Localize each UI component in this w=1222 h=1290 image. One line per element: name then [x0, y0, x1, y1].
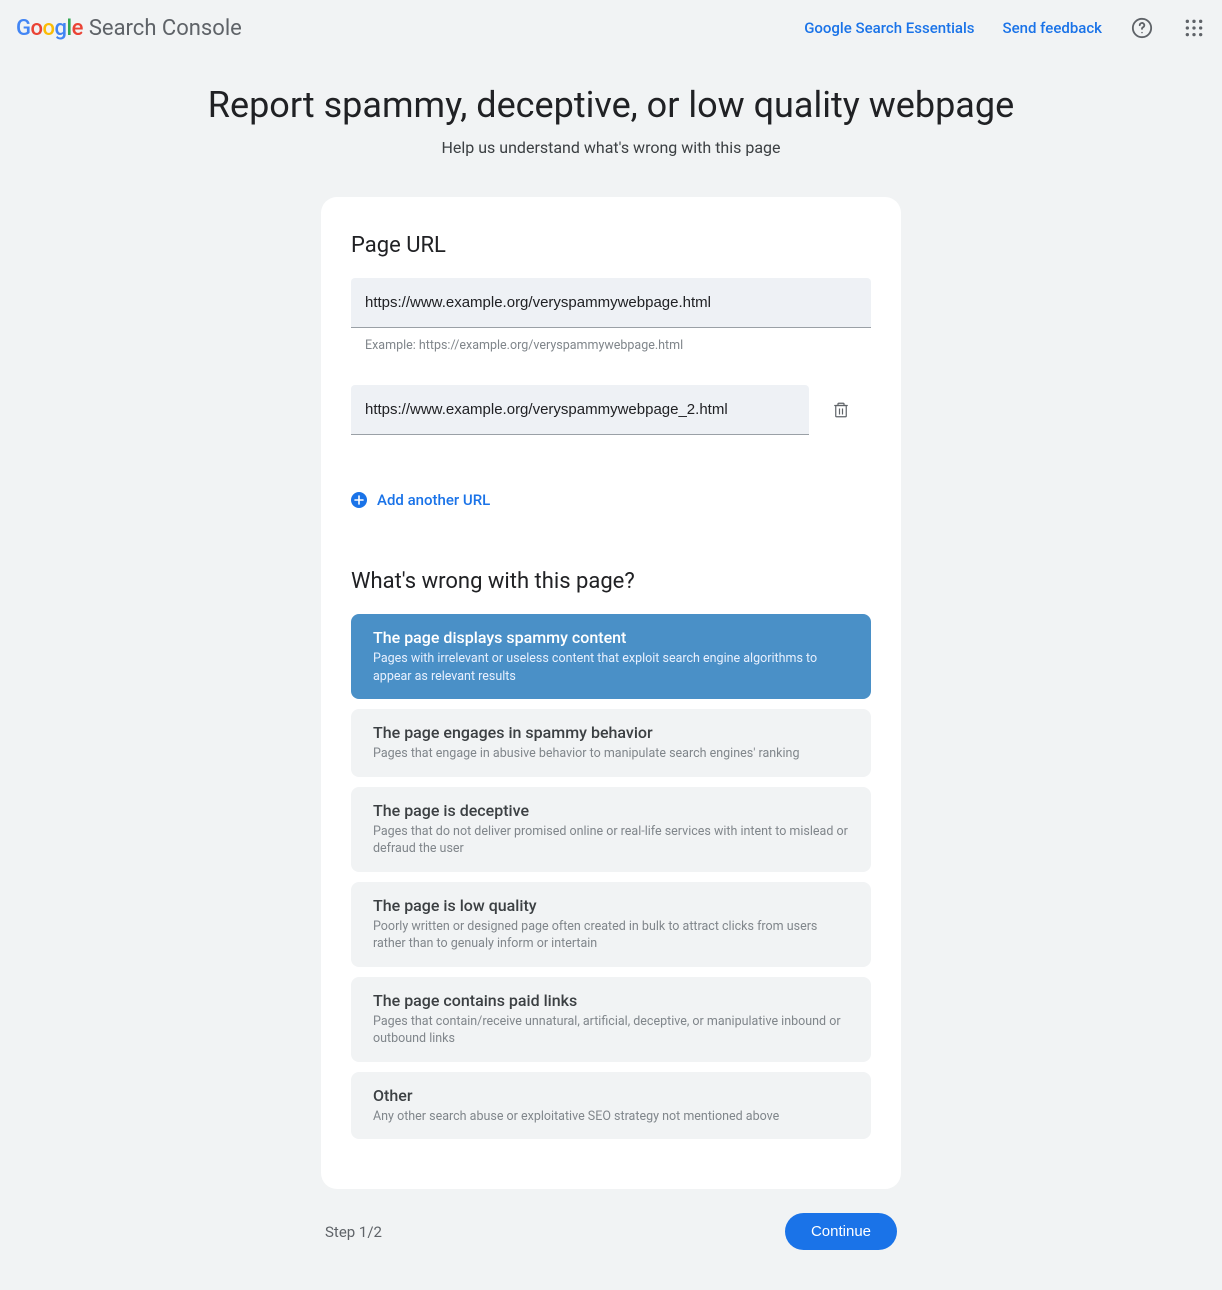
- url-section-title: Page URL: [351, 233, 871, 258]
- reason-option-desc: Pages that contain/receive unnatural, ar…: [373, 1013, 849, 1048]
- url-input-1[interactable]: [351, 278, 871, 328]
- reason-option-desc: Any other search abuse or exploitative S…: [373, 1108, 849, 1126]
- reason-option-title: The page is low quality: [373, 896, 849, 915]
- reason-option-2[interactable]: The page is deceptive Pages that do not d…: [351, 787, 871, 872]
- apps-grid-icon[interactable]: [1182, 16, 1206, 40]
- help-icon[interactable]: [1130, 16, 1154, 40]
- add-url-button[interactable]: Add another URL: [351, 491, 871, 509]
- product-name: Search Console: [89, 16, 242, 41]
- link-search-essentials[interactable]: Google Search Essentials: [804, 19, 974, 37]
- reason-option-title: The page contains paid links: [373, 991, 849, 1010]
- url-row-2: [351, 385, 871, 435]
- reason-section: What's wrong with this page? The page di…: [351, 569, 871, 1139]
- url-helper-text: Example: https://example.org/veryspammyw…: [351, 332, 871, 353]
- link-send-feedback[interactable]: Send feedback: [1003, 19, 1102, 37]
- reason-option-4[interactable]: The page contains paid links Pages that c…: [351, 977, 871, 1062]
- plus-circle-icon: [351, 492, 367, 508]
- reason-option-desc: Pages with irrelevant or useless content…: [373, 650, 849, 685]
- reason-option-3[interactable]: The page is low quality Poorly written or…: [351, 882, 871, 967]
- form-footer: Step 1/2 Continue: [321, 1213, 901, 1250]
- step-indicator: Step 1/2: [325, 1223, 382, 1241]
- page-title: Report spammy, deceptive, or low quality…: [187, 84, 1035, 126]
- reason-option-title: The page displays spammy content: [373, 628, 849, 647]
- reason-option-1[interactable]: The page engages in spammy behavior Pages…: [351, 709, 871, 777]
- app-header: Google Search Console Google Search Esse…: [0, 0, 1222, 56]
- reason-option-desc: Pages that do not deliver promised onlin…: [373, 823, 849, 858]
- google-logo: Google: [16, 16, 83, 41]
- form-card: Page URL Example: https://example.org/ve…: [321, 197, 901, 1189]
- trash-icon: [832, 400, 850, 420]
- add-url-label: Add another URL: [377, 491, 490, 509]
- page-subtitle: Help us understand what's wrong with thi…: [187, 138, 1035, 157]
- reason-section-title: What's wrong with this page?: [351, 569, 871, 594]
- reason-option-desc: Poorly written or designed page often cr…: [373, 918, 849, 953]
- url-input-2[interactable]: [351, 385, 809, 435]
- reason-option-title: The page engages in spammy behavior: [373, 723, 849, 742]
- main-content: Report spammy, deceptive, or low quality…: [171, 56, 1051, 1290]
- reason-option-0[interactable]: The page displays spammy content Pages wi…: [351, 614, 871, 699]
- reason-option-desc: Pages that engage in abusive behavior to…: [373, 745, 849, 763]
- header-actions: Google Search Essentials Send feedback: [804, 16, 1206, 40]
- reason-option-title: Other: [373, 1086, 849, 1105]
- continue-button[interactable]: Continue: [785, 1213, 897, 1250]
- url-input-1-wrap: [351, 278, 871, 328]
- logo-area: Google Search Console: [16, 16, 242, 41]
- reason-option-title: The page is deceptive: [373, 801, 849, 820]
- url-input-2-wrap: [351, 385, 809, 435]
- delete-url-button[interactable]: [823, 392, 859, 428]
- reason-option-5[interactable]: Other Any other search abuse or exploitat…: [351, 1072, 871, 1140]
